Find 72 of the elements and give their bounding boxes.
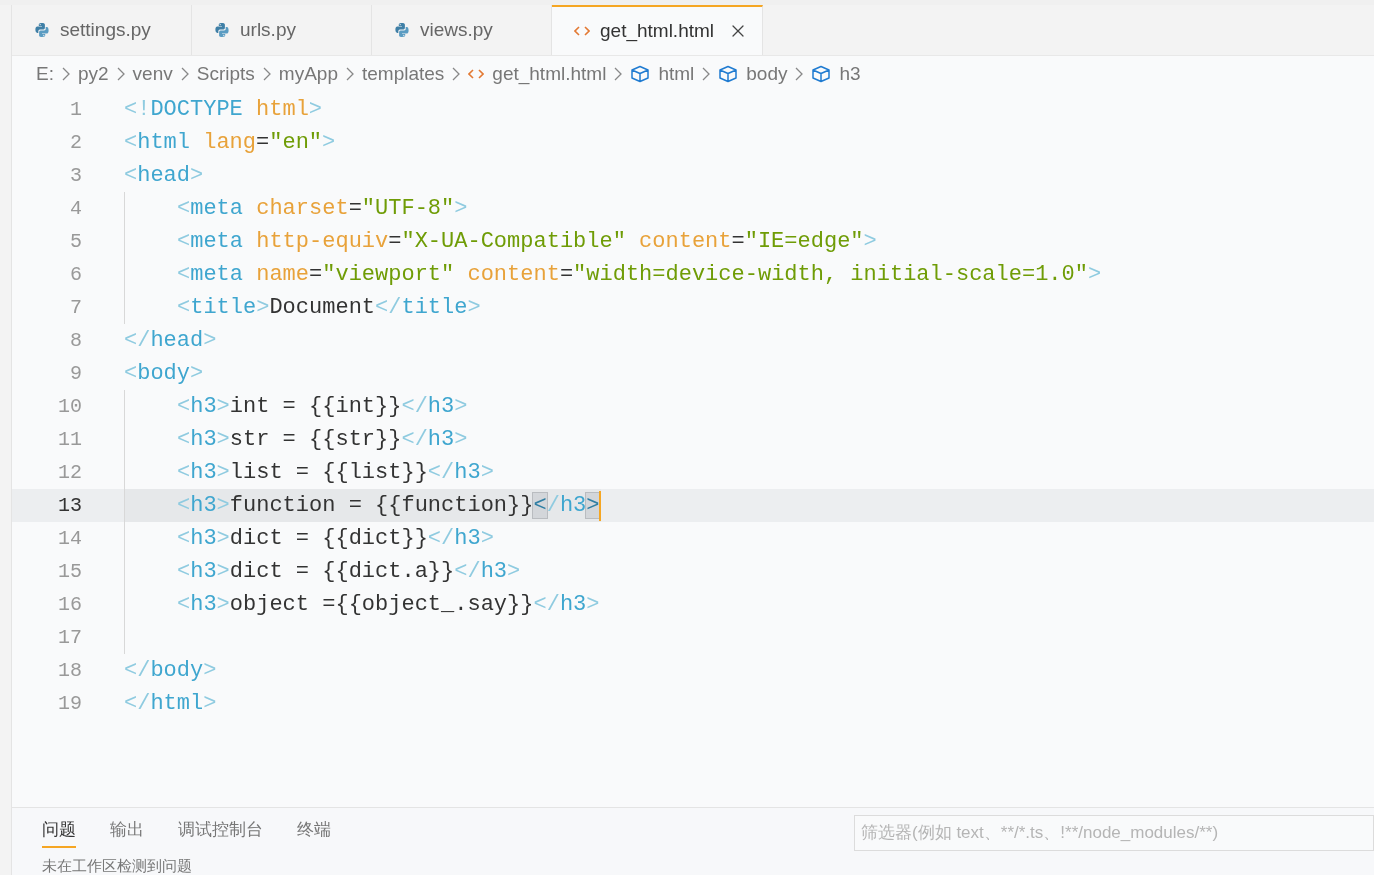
chevron-icon bbox=[613, 67, 624, 81]
cube-icon bbox=[630, 65, 651, 83]
code-brackets-icon bbox=[574, 25, 590, 37]
line-number: 14 bbox=[57, 525, 83, 552]
line-number: 18 bbox=[57, 657, 83, 684]
code-line: <h3>str = {{str}}</h3> bbox=[177, 426, 468, 454]
code-line: <meta http-equiv="X-UA-Compatible" content="IE=edge"> bbox=[177, 228, 877, 256]
code-line: </html> bbox=[124, 690, 217, 718]
chevron-icon bbox=[451, 67, 462, 81]
code-line: <title>Document</title> bbox=[177, 294, 481, 322]
breadcrumb-item[interactable]: get_html.html bbox=[468, 59, 607, 89]
line-number: 6 bbox=[69, 261, 83, 288]
line-number: 13 bbox=[57, 492, 83, 519]
code-line: <body> bbox=[124, 360, 204, 388]
line-number: 2 bbox=[69, 129, 83, 156]
chevron-icon bbox=[794, 67, 805, 81]
code-line: <meta name="viewport" content="width=device-width, initial-scale=1.0"> bbox=[177, 261, 1102, 289]
filter-field[interactable]: 筛选器(例如 text、**/*.ts、!**/node_modules/**) bbox=[854, 814, 1374, 851]
text-cursor bbox=[599, 490, 602, 521]
code-line: </body> bbox=[124, 657, 217, 685]
code-line: <head> bbox=[124, 162, 204, 190]
code-line: <meta charset="UTF-8"> bbox=[177, 195, 468, 223]
code-line: </head> bbox=[124, 327, 217, 355]
panel-tab[interactable]: 调试控制台 bbox=[178, 817, 263, 848]
chevron-icon bbox=[60, 67, 71, 81]
editor-tab[interactable]: get_html.html bbox=[552, 5, 764, 55]
line-number: 1 bbox=[69, 96, 83, 123]
code-line: <!DOCTYPE html> bbox=[124, 96, 323, 124]
line-number: 4 bbox=[69, 195, 83, 222]
breadcrumb-item[interactable]: venv bbox=[132, 59, 173, 89]
code-line: <h3>dict = {{dict.a}}</h3> bbox=[177, 558, 521, 586]
line-number: 17 bbox=[57, 624, 83, 651]
code-line: <h3>object ={{object_.say}}</h3> bbox=[177, 591, 600, 619]
status-message: 未在工作区检测到问题 bbox=[41, 857, 193, 875]
panel-tab[interactable]: 问题 bbox=[42, 817, 76, 848]
breadcrumb-item[interactable]: Scripts bbox=[196, 59, 255, 89]
chevron-icon bbox=[115, 67, 126, 81]
chevron-icon bbox=[344, 67, 355, 81]
line-number: 5 bbox=[69, 228, 83, 255]
code-line: <h3>int = {{int}}</h3> bbox=[177, 393, 468, 421]
python-icon bbox=[394, 22, 410, 38]
line-number: 15 bbox=[57, 558, 83, 585]
cube-icon bbox=[811, 65, 832, 83]
code-line: <h3>list = {{list}}</h3> bbox=[177, 459, 494, 487]
code-line: <h3>dict = {{dict}}</h3> bbox=[177, 525, 494, 553]
breadcrumb-item[interactable]: html bbox=[630, 59, 695, 89]
breadcrumb-item[interactable]: body bbox=[718, 59, 788, 89]
line-number: 3 bbox=[69, 162, 83, 189]
line-number: 12 bbox=[57, 459, 83, 486]
line-number: 19 bbox=[57, 690, 83, 717]
line-number: 8 bbox=[69, 327, 83, 354]
panel-tab[interactable]: 输出 bbox=[110, 817, 144, 848]
breadcrumb-item[interactable]: myApp bbox=[278, 59, 338, 89]
chevron-icon bbox=[179, 67, 190, 81]
breadcrumb-item[interactable]: h3 bbox=[811, 59, 861, 89]
chevron-icon bbox=[701, 67, 712, 81]
line-number: 11 bbox=[57, 426, 83, 453]
line-number: 7 bbox=[69, 294, 83, 321]
panel-tab[interactable]: 终端 bbox=[297, 817, 331, 848]
breadcrumb-item[interactable]: templates bbox=[361, 59, 445, 89]
breadcrumb-item[interactable]: E: bbox=[36, 59, 54, 89]
python-icon bbox=[34, 22, 50, 38]
cube-icon bbox=[718, 65, 739, 83]
code-line: <html lang="en"> bbox=[124, 129, 336, 157]
chevron-icon bbox=[261, 67, 272, 81]
line-number: 16 bbox=[57, 591, 83, 618]
code-brackets-icon bbox=[468, 68, 485, 80]
line-number: 10 bbox=[57, 393, 83, 420]
python-icon bbox=[214, 22, 230, 38]
line-number: 9 bbox=[69, 360, 83, 387]
code-line: <h3>function = {{function}}</h3> bbox=[177, 492, 600, 520]
breadcrumb-item[interactable]: py2 bbox=[77, 59, 109, 89]
